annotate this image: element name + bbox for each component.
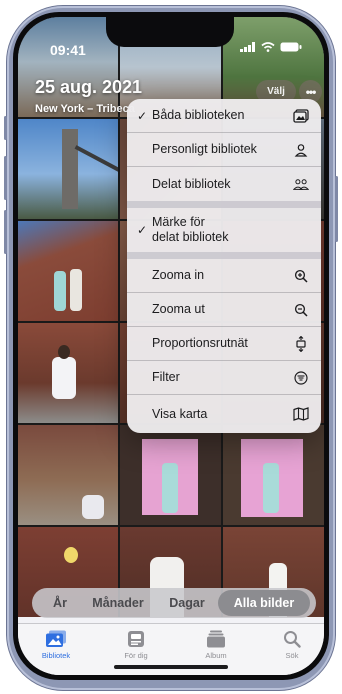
zoom-in-icon xyxy=(293,268,309,284)
person-icon xyxy=(293,142,309,158)
menu-item-label: Zooma ut xyxy=(152,302,205,316)
volume-up-button xyxy=(4,156,7,200)
tab-label: För dig xyxy=(124,651,148,660)
photo-thumbnail[interactable] xyxy=(18,221,118,321)
menu-item-label: Personligt bibliotek xyxy=(152,142,257,156)
tab-search[interactable]: Sök xyxy=(262,630,322,660)
checkmark-icon: ✓ xyxy=(137,108,148,123)
photo-thumbnail[interactable] xyxy=(223,425,324,525)
segment-all-photos[interactable]: Alla bilder xyxy=(218,590,310,616)
menu-item-label: Filter xyxy=(152,370,180,384)
menu-item-show-map[interactable]: Visa karta xyxy=(127,395,321,433)
menu-separator xyxy=(127,201,321,208)
menu-item-label-line2: delat bibliotek xyxy=(152,230,229,244)
menu-item-label: Zooma in xyxy=(152,268,205,282)
library-stack-icon xyxy=(293,108,309,124)
time-scale-segmented-control: År Månader Dagar Alla bilder xyxy=(32,588,316,618)
for-you-icon xyxy=(128,631,144,647)
mute-switch xyxy=(4,116,7,140)
volume-down-button xyxy=(4,210,7,254)
menu-item-label: Båda biblioteken xyxy=(152,108,245,122)
header-location: New York – Tribeca xyxy=(35,103,135,115)
menu-item-both-libraries[interactable]: ✓ Båda biblioteken xyxy=(127,99,321,133)
segment-days[interactable]: Dagar xyxy=(156,590,218,616)
menu-item-label: Märke för delat bibliotek xyxy=(152,215,228,245)
menu-item-zoom-out[interactable]: Zooma ut xyxy=(127,293,321,327)
battery-icon xyxy=(280,42,302,52)
status-icons xyxy=(240,42,302,52)
home-indicator[interactable] xyxy=(114,665,228,669)
photo-library-icon xyxy=(46,630,66,647)
library-menu: ✓ Båda biblioteken Personligt bibliotek … xyxy=(127,99,321,433)
tab-library[interactable]: Bibliotek xyxy=(26,630,86,660)
wifi-icon xyxy=(261,42,275,52)
menu-item-shared-library[interactable]: Delat bibliotek xyxy=(127,167,321,201)
photo-thumbnail[interactable] xyxy=(120,425,221,525)
photo-thumbnail[interactable] xyxy=(18,119,118,219)
segment-months[interactable]: Månader xyxy=(80,590,156,616)
segment-years[interactable]: År xyxy=(40,590,80,616)
cellular-signal-icon xyxy=(240,42,255,52)
status-time: 09:41 xyxy=(50,42,86,58)
people-icon xyxy=(293,176,309,192)
zoom-out-icon xyxy=(293,302,309,318)
checkmark-icon: ✓ xyxy=(137,223,148,237)
photo-thumbnail[interactable] xyxy=(18,425,118,525)
menu-item-personal-library[interactable]: Personligt bibliotek xyxy=(127,133,321,167)
menu-item-label-line1: Märke för xyxy=(152,215,205,229)
filter-icon xyxy=(293,370,309,386)
notch xyxy=(106,17,234,47)
phone-bezel: 09:41 25 aug. 2021 New York – Tribeca Vä… xyxy=(13,12,329,680)
search-icon xyxy=(284,631,301,648)
tab-albums[interactable]: Album xyxy=(186,630,246,660)
tab-label: Bibliotek xyxy=(41,651,71,660)
album-icon xyxy=(207,630,225,648)
menu-item-zoom-in[interactable]: Zooma in xyxy=(127,259,321,293)
menu-item-shared-library-badge[interactable]: ✓ Märke för delat bibliotek xyxy=(127,208,321,252)
power-button xyxy=(335,176,338,242)
aspect-grid-icon xyxy=(293,335,309,352)
tab-label: Sök xyxy=(285,651,299,660)
menu-separator xyxy=(127,252,321,259)
menu-item-label: Proportionsrutnät xyxy=(152,336,248,350)
menu-item-aspect-ratio-grid[interactable]: Proportionsrutnät xyxy=(127,327,321,361)
header-date: 25 aug. 2021 xyxy=(35,77,143,97)
screen: 09:41 25 aug. 2021 New York – Tribeca Vä… xyxy=(18,17,324,675)
tab-label: Album xyxy=(205,651,227,660)
menu-item-label: Delat bibliotek xyxy=(152,176,231,191)
tab-for-you[interactable]: För dig xyxy=(106,630,166,660)
menu-item-filter[interactable]: Filter xyxy=(127,361,321,395)
menu-item-label: Visa karta xyxy=(152,406,208,421)
photo-thumbnail[interactable] xyxy=(18,323,118,423)
map-icon xyxy=(293,406,309,422)
